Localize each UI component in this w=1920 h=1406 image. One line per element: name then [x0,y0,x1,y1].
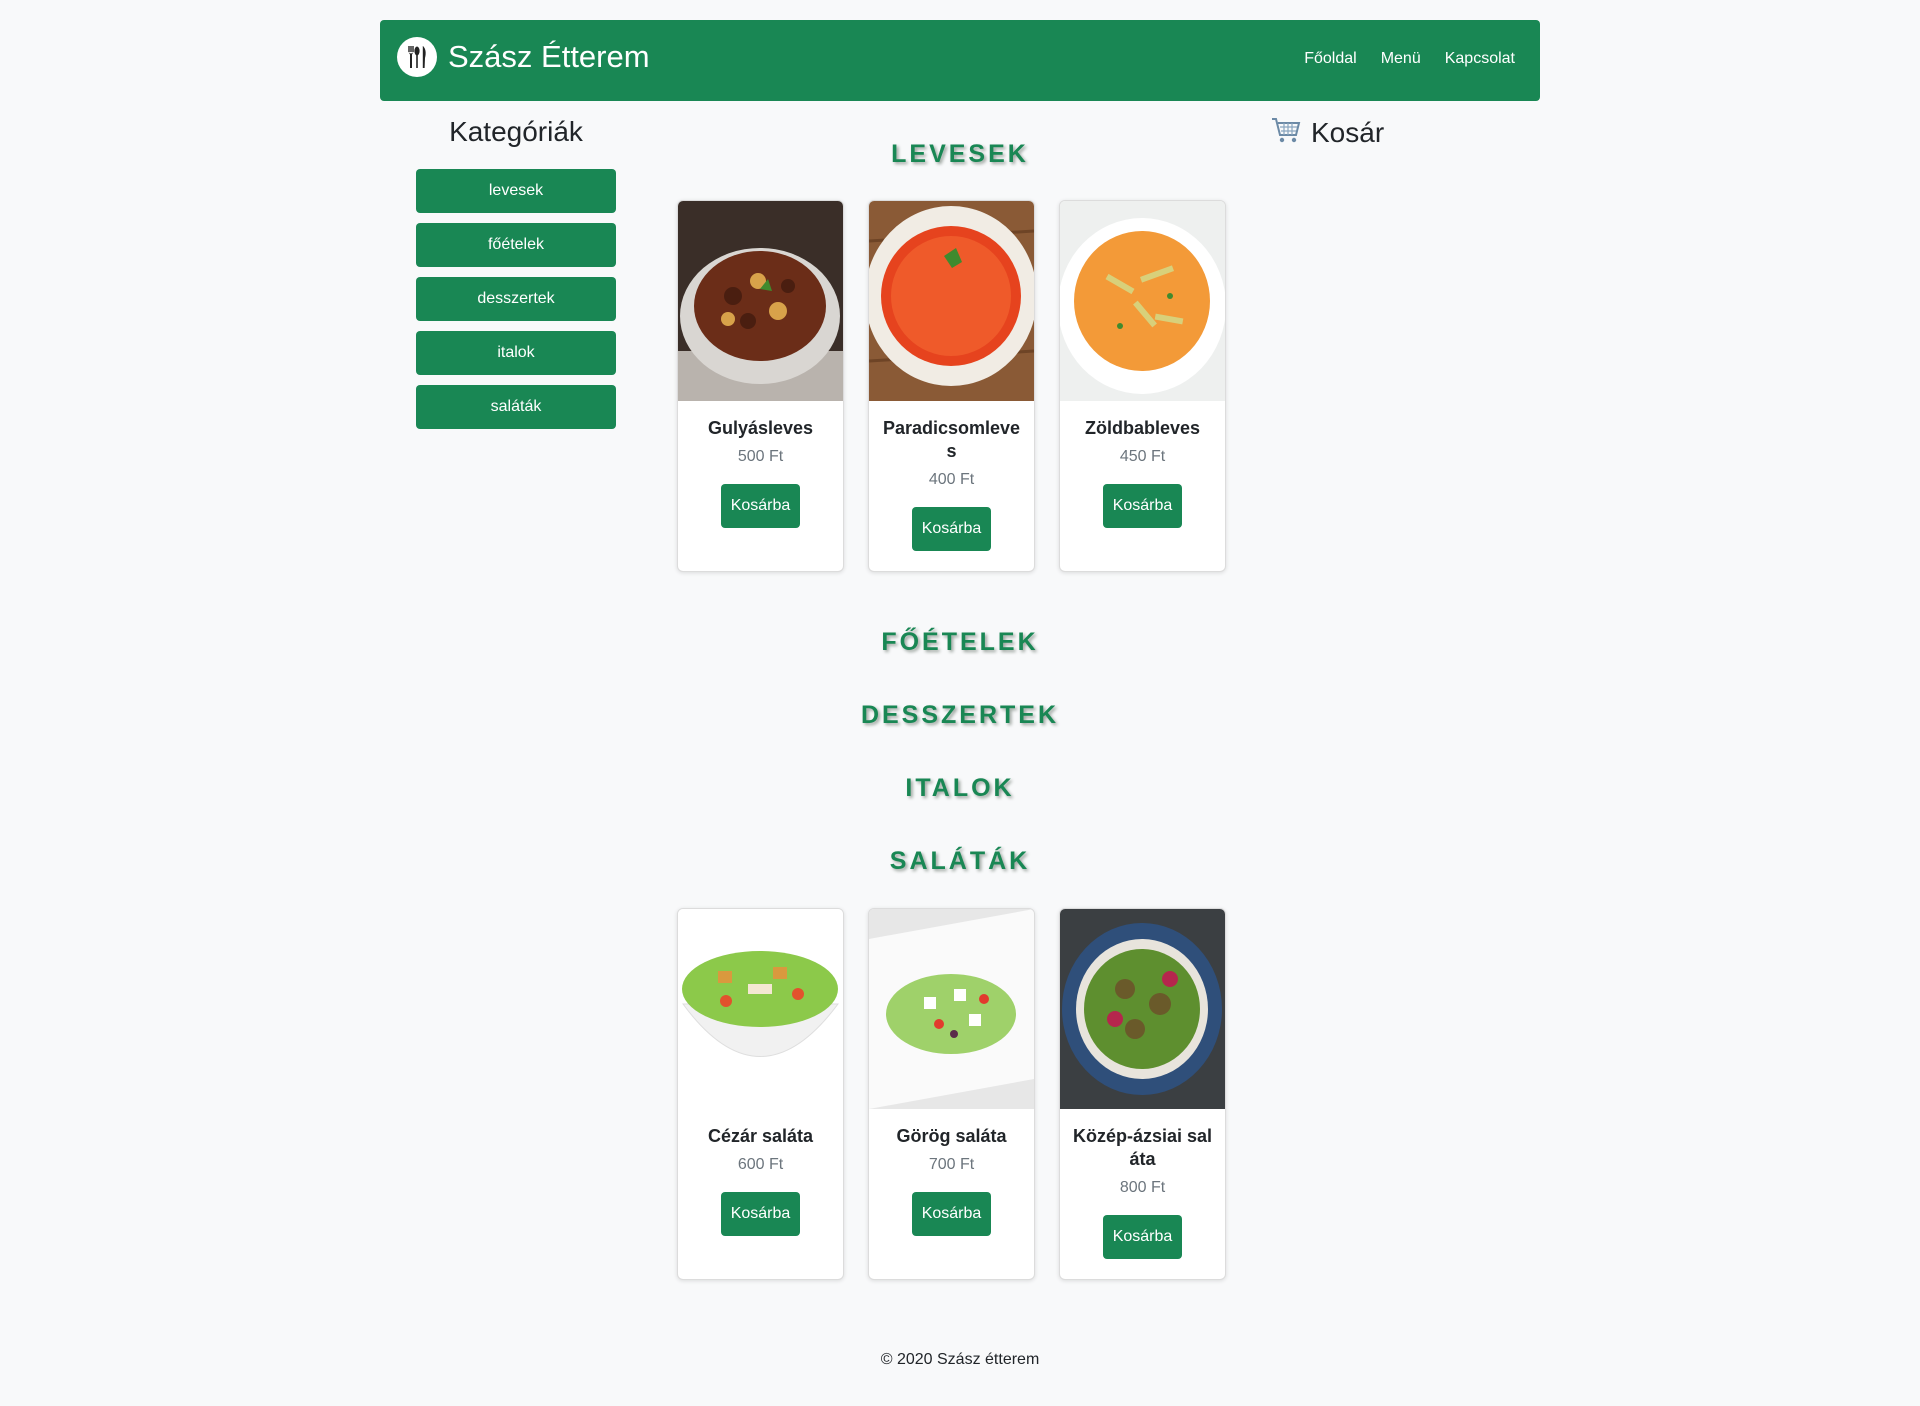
product-name: Görög saláta [896,1126,1007,1146]
kozep-azsiai-salata-image [1060,909,1225,1109]
category-button-salatak[interactable]: saláták [416,385,616,429]
add-to-cart-button[interactable]: Kosárba [911,1192,992,1236]
product-name: Közép-ázsiai saláta [1072,1126,1213,1169]
add-to-cart-button[interactable]: Kosárba [720,1192,801,1236]
category-button-desszertek[interactable]: desszertek [416,277,616,321]
nav-link-kapcsolat[interactable]: Kapcsolat [1445,50,1515,68]
category-button-levesek[interactable]: levesek [416,169,616,213]
card-list-levesek: Gulyásleves 500 Ft Kosárba Paradicsomlev… [677,200,1226,572]
brand[interactable]: Szász Étterem [397,37,650,77]
category-button-foetelek[interactable]: főételek [416,223,616,267]
product-card: Paradicsomleves 400 Ft Kosárba [868,200,1035,572]
nav-link-fooldal[interactable]: Főoldal [1304,50,1356,68]
gulyasleves-image [678,201,843,401]
product-price: 600 Ft [737,1156,784,1173]
product-price: 800 Ft [1119,1179,1166,1196]
cezar-salata-image [678,909,843,1109]
product-price: 400 Ft [928,471,975,488]
product-card: Zöldbableves 450 Ft Kosárba [1059,200,1226,572]
brand-title: Szász Étterem [448,39,650,74]
nav-link-menu[interactable]: Menü [1381,50,1421,68]
paradicsomleves-image [869,201,1034,401]
section-heading-salatak: SALÁTÁK [889,847,1031,875]
product-card: Görög saláta 700 Ft Kosárba [868,908,1035,1280]
product-name: Gulyásleves [707,418,814,438]
nav-links: Főoldal Menü Kapcsolat [1304,50,1515,68]
category-list: levesek főételek desszertek italok salát… [416,169,616,439]
cutlery-icon [397,37,437,77]
footer-text: © 2020 Szász étterem [880,1351,1040,1368]
navbar: Szász Étterem Főoldal Menü Kapcsolat [380,20,1540,101]
card-list-salatak: Cézár saláta 600 Ft Kosárba Görög saláta… [677,908,1226,1280]
add-to-cart-button[interactable]: Kosárba [911,507,992,551]
product-name: Paradicsomleves [882,418,1021,461]
category-button-italok[interactable]: italok [416,331,616,375]
add-to-cart-button[interactable]: Kosárba [1102,484,1183,528]
gorog-salata-image [869,909,1034,1109]
product-price: 700 Ft [928,1156,975,1173]
section-heading-levesek: LEVESEK [891,140,1029,168]
zoldbableves-image [1060,201,1225,401]
product-card: Közép-ázsiai saláta 800 Ft Kosárba [1059,908,1226,1280]
product-card: Cézár saláta 600 Ft Kosárba [677,908,844,1280]
section-heading-desszertek: DESSZERTEK [860,701,1060,729]
section-heading-italok: ITALOK [905,774,1015,802]
add-to-cart-button[interactable]: Kosárba [1102,1215,1183,1259]
section-heading-foetelek: FŐÉTELEK [881,628,1039,656]
product-name: Cézár saláta [707,1126,814,1146]
add-to-cart-button[interactable]: Kosárba [720,484,801,528]
product-name: Zöldbableves [1084,418,1201,438]
product-price: 500 Ft [737,448,784,465]
product-card: Gulyásleves 500 Ft Kosárba [677,200,844,572]
product-price: 450 Ft [1119,448,1166,465]
